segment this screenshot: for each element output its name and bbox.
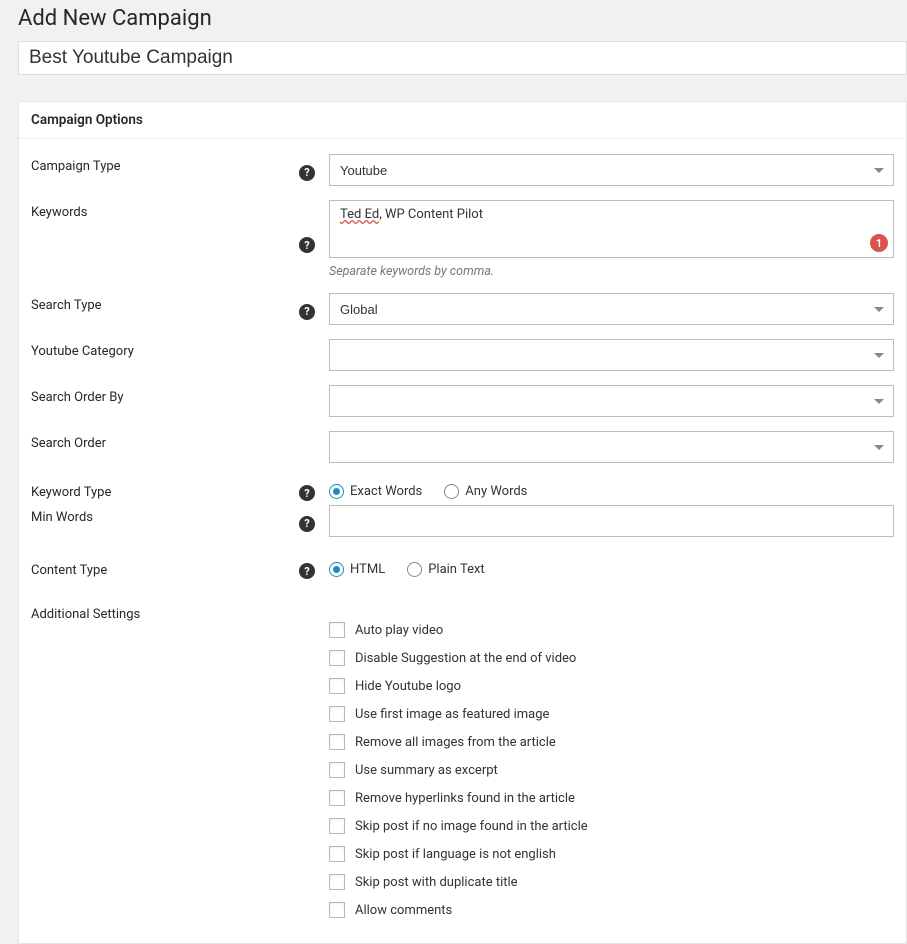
checkbox-icon bbox=[329, 874, 345, 890]
additional-checkbox[interactable]: Skip post with duplicate title bbox=[329, 874, 894, 890]
help-icon[interactable]: ? bbox=[299, 165, 315, 181]
checkbox-icon bbox=[329, 678, 345, 694]
radio-icon bbox=[329, 562, 344, 577]
content-type-label: Content Type bbox=[31, 558, 299, 578]
checkbox-label: Disable Suggestion at the end of video bbox=[355, 651, 576, 666]
page-title: Add New Campaign bbox=[0, 0, 907, 41]
campaign-options-panel: Campaign Options Campaign Type ? Youtube… bbox=[18, 101, 907, 944]
checkbox-icon bbox=[329, 790, 345, 806]
youtube-category-label: Youtube Category bbox=[31, 339, 299, 359]
radio-label: Exact Words bbox=[350, 484, 422, 499]
help-icon[interactable]: ? bbox=[299, 304, 315, 320]
keyword-type-any-radio[interactable]: Any Words bbox=[444, 484, 527, 499]
checkbox-icon bbox=[329, 734, 345, 750]
checkbox-icon bbox=[329, 650, 345, 666]
radio-label: Any Words bbox=[465, 484, 527, 499]
checkbox-label: Use summary as excerpt bbox=[355, 763, 498, 778]
min-words-input[interactable] bbox=[329, 505, 894, 537]
additional-checkbox[interactable]: Skip post if language is not english bbox=[329, 846, 894, 862]
radio-icon bbox=[444, 484, 459, 499]
checkbox-label: Auto play video bbox=[355, 623, 443, 638]
additional-checkbox[interactable]: Skip post if no image found in the artic… bbox=[329, 818, 894, 834]
content-type-radio-group: HTML Plain Text bbox=[329, 558, 894, 577]
checkbox-icon bbox=[329, 762, 345, 778]
additional-checkbox[interactable]: Auto play video bbox=[329, 622, 894, 638]
help-icon[interactable]: ? bbox=[299, 516, 315, 532]
content-type-plain-radio[interactable]: Plain Text bbox=[407, 562, 484, 577]
additional-checkbox[interactable]: Remove all images from the article bbox=[329, 734, 894, 750]
additional-checkbox[interactable]: Use first image as featured image bbox=[329, 706, 894, 722]
checkbox-label: Hide Youtube logo bbox=[355, 679, 461, 694]
error-badge: 1 bbox=[870, 234, 888, 252]
help-icon[interactable]: ? bbox=[299, 485, 315, 501]
checkbox-label: Skip post if language is not english bbox=[355, 847, 556, 862]
checkbox-icon bbox=[329, 902, 345, 918]
additional-settings-label: Additional Settings bbox=[31, 602, 299, 622]
content-type-html-radio[interactable]: HTML bbox=[329, 562, 385, 577]
checkbox-label: Skip post if no image found in the artic… bbox=[355, 819, 588, 834]
help-icon[interactable]: ? bbox=[299, 237, 315, 253]
search-type-label: Search Type bbox=[31, 293, 299, 313]
checkbox-icon bbox=[329, 706, 345, 722]
search-order-label: Search Order bbox=[31, 431, 299, 451]
search-order-by-select[interactable] bbox=[329, 385, 894, 417]
youtube-category-select[interactable] bbox=[329, 339, 894, 371]
radio-label: Plain Text bbox=[428, 562, 484, 577]
panel-header: Campaign Options bbox=[19, 102, 906, 139]
help-icon[interactable]: ? bbox=[299, 563, 315, 579]
additional-checkbox[interactable]: Disable Suggestion at the end of video bbox=[329, 650, 894, 666]
keywords-hint: Separate keywords by comma. bbox=[329, 264, 894, 279]
keyword-type-radio-group: Exact Words Any Words bbox=[329, 480, 894, 499]
search-order-by-label: Search Order By bbox=[31, 385, 299, 405]
checkbox-icon bbox=[329, 818, 345, 834]
radio-label: HTML bbox=[350, 562, 385, 577]
checkbox-label: Skip post with duplicate title bbox=[355, 875, 518, 890]
additional-checkbox[interactable]: Hide Youtube logo bbox=[329, 678, 894, 694]
search-order-select[interactable] bbox=[329, 431, 894, 463]
additional-checkbox[interactable]: Allow comments bbox=[329, 902, 894, 918]
radio-icon bbox=[329, 484, 344, 499]
additional-checkbox[interactable]: Remove hyperlinks found in the article bbox=[329, 790, 894, 806]
checkbox-icon bbox=[329, 622, 345, 638]
checkbox-icon bbox=[329, 846, 345, 862]
campaign-type-label: Campaign Type bbox=[31, 154, 299, 174]
campaign-title-input[interactable] bbox=[18, 41, 907, 75]
campaign-type-select[interactable]: Youtube bbox=[329, 154, 894, 186]
keywords-textarea[interactable]: Ted Ed, WP Content Pilot bbox=[329, 200, 894, 258]
keyword-type-label: Keyword Type bbox=[31, 480, 299, 500]
keyword-type-exact-radio[interactable]: Exact Words bbox=[329, 484, 422, 499]
additional-checkbox[interactable]: Use summary as excerpt bbox=[329, 762, 894, 778]
checkbox-label: Remove hyperlinks found in the article bbox=[355, 791, 575, 806]
min-words-label: Min Words bbox=[31, 505, 299, 525]
checkbox-label: Use first image as featured image bbox=[355, 707, 549, 722]
checkbox-label: Remove all images from the article bbox=[355, 735, 556, 750]
keywords-label: Keywords bbox=[31, 200, 299, 220]
radio-icon bbox=[407, 562, 422, 577]
search-type-select[interactable]: Global bbox=[329, 293, 894, 325]
